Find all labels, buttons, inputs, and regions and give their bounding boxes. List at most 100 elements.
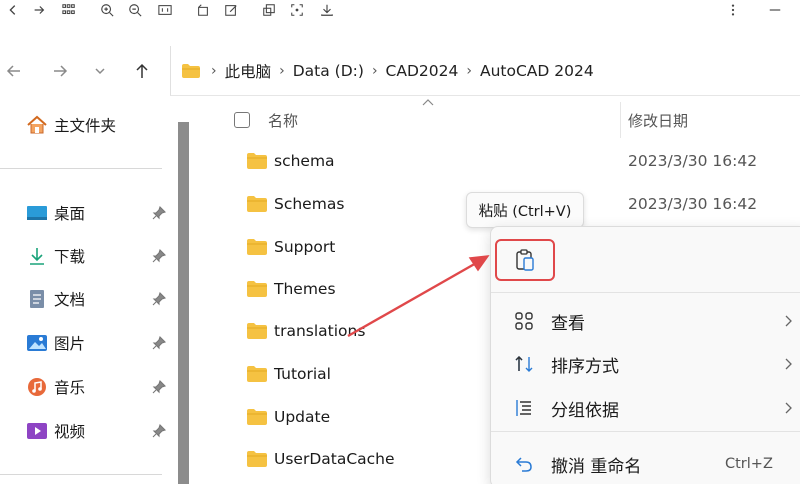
breadcrumb-cad2024[interactable]: CAD2024 [386, 62, 459, 80]
menu-item-view[interactable]: 查看 [491, 300, 800, 342]
clipboard-icon [516, 249, 534, 271]
select-all-checkbox[interactable] [234, 112, 250, 128]
sidebar-item-documents[interactable]: 文档 [26, 286, 85, 312]
nav-up-button[interactable] [130, 60, 154, 82]
music-icon [26, 377, 48, 397]
sidebar-item-label: 下载 [54, 248, 86, 266]
menu-item-group-by[interactable]: 分组依据 [491, 387, 800, 429]
menu-item-undo-rename[interactable]: 撤消 重命名 Ctrl+Z [491, 443, 800, 484]
view-grid-icon [513, 310, 535, 332]
file-name: Support [274, 238, 336, 256]
sidebar-item-label: 文档 [54, 291, 86, 309]
pin-icon[interactable] [152, 206, 166, 220]
column-date-header[interactable]: 修改日期 [628, 110, 688, 131]
sidebar-item-label: 音乐 [54, 379, 86, 397]
paste-tooltip: 粘贴 (Ctrl+V) [466, 192, 584, 228]
pin-icon[interactable] [152, 380, 166, 394]
folder-icon [247, 409, 267, 425]
chevron-right-icon [785, 358, 792, 370]
file-name: Schemas [274, 195, 345, 213]
chevron-right-icon [785, 315, 792, 327]
undo-icon [513, 453, 535, 475]
fit-icon[interactable] [156, 2, 174, 18]
address-bar[interactable]: › 此电脑 › Data (D:) › CAD2024 › AutoCAD 20… [170, 46, 800, 96]
context-menu-command-bar [491, 227, 800, 293]
navigation-bar: › 此电脑 › Data (D:) › CAD2024 › AutoCAD 20… [0, 46, 800, 96]
group-icon [513, 397, 535, 419]
context-menu: 查看 排序方式 分组依据 撤消 重命名 Ctrl+Z [490, 226, 800, 484]
sidebar-scrollbar[interactable] [178, 122, 189, 484]
menu-divider [491, 431, 800, 432]
sidebar-item-videos[interactable]: 视频 [26, 418, 85, 444]
minimize-icon[interactable] [766, 2, 784, 18]
sidebar-item-desktop[interactable]: 桌面 [26, 200, 85, 226]
sort-icon [513, 353, 535, 375]
file-name: translations [274, 322, 366, 340]
video-icon [26, 421, 48, 441]
chevron-right-icon: › [371, 62, 378, 79]
nav-back-button[interactable] [2, 60, 26, 82]
zoom-in-icon[interactable] [98, 2, 116, 18]
folder-icon [181, 63, 201, 79]
column-divider[interactable] [620, 102, 621, 138]
file-name: schema [274, 152, 335, 170]
download-icon [26, 246, 48, 266]
menu-item-label: 查看 [551, 313, 585, 334]
column-header: 名称 修改日期 [200, 96, 800, 142]
sidebar-item-music[interactable]: 音乐 [26, 374, 85, 400]
recent-locations-button[interactable] [88, 60, 112, 82]
sidebar-item-label: 视频 [54, 423, 86, 441]
pin-icon[interactable] [152, 249, 166, 263]
back-icon[interactable] [4, 2, 22, 18]
folder-icon [247, 281, 267, 297]
menu-item-sort-by[interactable]: 排序方式 [491, 343, 800, 385]
folder-icon [247, 239, 267, 255]
crop-icon[interactable] [288, 2, 306, 18]
file-name: UserDataCache [274, 450, 395, 468]
sidebar-item-label: 主文件夹 [54, 117, 117, 135]
desktop-icon [26, 203, 48, 223]
folder-icon [247, 323, 267, 339]
chevron-right-icon: › [279, 62, 285, 79]
pin-icon[interactable] [152, 424, 166, 438]
chevron-right-icon: › [466, 62, 472, 79]
home-icon [26, 115, 48, 135]
forward-icon[interactable] [30, 2, 48, 18]
folder-icon [247, 196, 267, 212]
sidebar-item-downloads[interactable]: 下载 [26, 243, 85, 269]
grid-icon[interactable] [60, 2, 78, 18]
breadcrumb-data-drive[interactable]: Data (D:) [293, 62, 364, 80]
navigation-pane: 主文件夹 桌面 下载 文档 图片 音乐 视频 [0, 96, 190, 484]
menu-item-label: 分组依据 [551, 400, 619, 421]
zoom-out-icon[interactable] [126, 2, 144, 18]
pin-icon[interactable] [152, 292, 166, 306]
sort-caret-icon [422, 99, 434, 106]
save-icon[interactable] [318, 2, 336, 18]
sidebar-item-label: 图片 [54, 335, 86, 353]
sidebar-item-label: 桌面 [54, 205, 86, 223]
breadcrumb-autocad-2024[interactable]: AutoCAD 2024 [480, 62, 594, 80]
nav-forward-button[interactable] [48, 60, 72, 82]
folder-icon [247, 366, 267, 382]
edit-icon[interactable] [222, 2, 240, 18]
rotate-icon[interactable] [194, 2, 212, 18]
image-viewer-toolbar [0, 0, 800, 22]
paste-button[interactable] [495, 239, 555, 281]
file-name: Update [274, 408, 331, 426]
file-name: Themes [274, 280, 336, 298]
file-date: 2023/3/30 16:42 [628, 195, 758, 213]
pictures-icon [26, 333, 48, 353]
document-icon [26, 289, 48, 309]
pin-icon[interactable] [152, 336, 166, 350]
sidebar-item-home[interactable]: 主文件夹 [26, 112, 116, 138]
sidebar-item-pictures[interactable]: 图片 [26, 330, 85, 356]
file-name: Tutorial [274, 365, 331, 383]
more-icon[interactable] [724, 2, 742, 18]
file-date: 2023/3/30 16:42 [628, 152, 758, 170]
divider [0, 168, 162, 169]
copy-icon[interactable] [260, 2, 278, 18]
chevron-right-icon [785, 402, 792, 414]
file-row[interactable]: schema 2023/3/30 16:42 [200, 142, 800, 182]
breadcrumb-this-pc[interactable]: 此电脑 [225, 60, 272, 82]
column-name-header[interactable]: 名称 [268, 110, 298, 131]
